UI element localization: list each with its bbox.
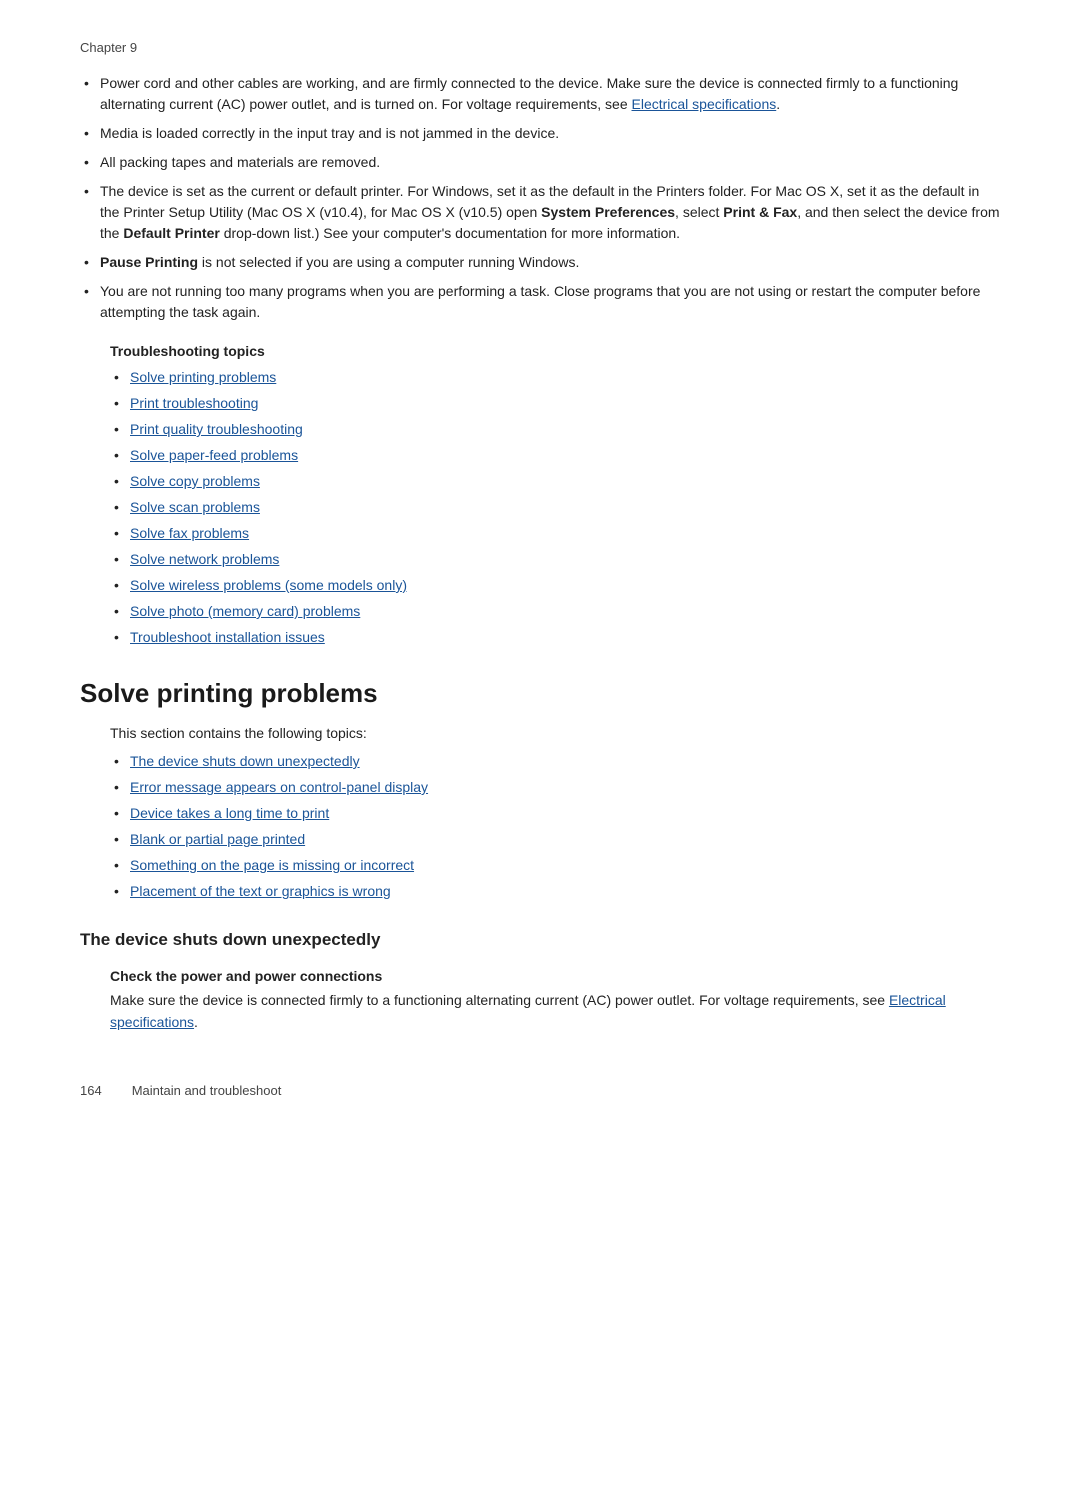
link-print-quality[interactable]: Print quality troubleshooting [110, 419, 1000, 440]
link-fax-problems[interactable]: Solve fax problems [110, 523, 1000, 544]
link-photo-problems-anchor[interactable]: Solve photo (memory card) problems [130, 603, 360, 619]
link-installation-issues-anchor[interactable]: Troubleshoot installation issues [130, 629, 325, 645]
chapter-label: Chapter 9 [80, 40, 1000, 55]
link-placement-wrong[interactable]: Placement of the text or graphics is wro… [110, 881, 1000, 902]
link-wireless-problems-anchor[interactable]: Solve wireless problems (some models onl… [130, 577, 407, 593]
troubleshooting-link-list: Solve printing problems Print troublesho… [110, 367, 1000, 648]
link-print-troubleshooting-anchor[interactable]: Print troubleshooting [130, 395, 258, 411]
link-photo-problems[interactable]: Solve photo (memory card) problems [110, 601, 1000, 622]
check-power-body: Make sure the device is connected firmly… [110, 990, 1000, 1033]
check-power-subheading: Check the power and power connections [110, 968, 1000, 984]
link-print-troubleshooting[interactable]: Print troubleshooting [110, 393, 1000, 414]
link-blank-page[interactable]: Blank or partial page printed [110, 829, 1000, 850]
solve-printing-title: Solve printing problems [80, 678, 1000, 709]
page-footer: 164 Maintain and troubleshoot [80, 1083, 1000, 1098]
link-shuts-down[interactable]: The device shuts down unexpectedly [110, 751, 1000, 772]
link-blank-page-anchor[interactable]: Blank or partial page printed [130, 831, 305, 847]
intro-bullet-list: Power cord and other cables are working,… [80, 73, 1000, 323]
footer-label: Maintain and troubleshoot [132, 1083, 282, 1098]
page-number: 164 [80, 1083, 102, 1098]
link-error-message-anchor[interactable]: Error message appears on control-panel d… [130, 779, 428, 795]
link-network-problems[interactable]: Solve network problems [110, 549, 1000, 570]
bullet-media-loaded: Media is loaded correctly in the input t… [80, 123, 1000, 144]
link-paper-feed-anchor[interactable]: Solve paper-feed problems [130, 447, 298, 463]
solve-printing-link-list: The device shuts down unexpectedly Error… [110, 751, 1000, 902]
bullet-packing-tapes: All packing tapes and materials are remo… [80, 152, 1000, 173]
link-copy-problems-anchor[interactable]: Solve copy problems [130, 473, 260, 489]
electrical-specs-link-1[interactable]: Electrical specifications [632, 96, 777, 112]
link-installation-issues[interactable]: Troubleshoot installation issues [110, 627, 1000, 648]
link-fax-problems-anchor[interactable]: Solve fax problems [130, 525, 249, 541]
link-scan-problems[interactable]: Solve scan problems [110, 497, 1000, 518]
link-scan-problems-anchor[interactable]: Solve scan problems [130, 499, 260, 515]
bullet-power-cord: Power cord and other cables are working,… [80, 73, 1000, 115]
bullet-too-many-programs: You are not running too many programs wh… [80, 281, 1000, 323]
link-long-time-print-anchor[interactable]: Device takes a long time to print [130, 805, 329, 821]
link-wireless-problems[interactable]: Solve wireless problems (some models onl… [110, 575, 1000, 596]
link-copy-problems[interactable]: Solve copy problems [110, 471, 1000, 492]
device-shuts-down-heading: The device shuts down unexpectedly [80, 930, 1000, 950]
link-paper-feed[interactable]: Solve paper-feed problems [110, 445, 1000, 466]
troubleshooting-topics-heading: Troubleshooting topics [110, 343, 1000, 359]
bullet-pause-printing: Pause Printing is not selected if you ar… [80, 252, 1000, 273]
link-print-quality-anchor[interactable]: Print quality troubleshooting [130, 421, 303, 437]
link-missing-incorrect[interactable]: Something on the page is missing or inco… [110, 855, 1000, 876]
link-shuts-down-anchor[interactable]: The device shuts down unexpectedly [130, 753, 360, 769]
link-missing-incorrect-anchor[interactable]: Something on the page is missing or inco… [130, 857, 414, 873]
electrical-specs-link-2[interactable]: Electrical specifications [110, 992, 946, 1030]
link-solve-printing-anchor[interactable]: Solve printing problems [130, 369, 276, 385]
link-network-problems-anchor[interactable]: Solve network problems [130, 551, 279, 567]
link-placement-wrong-anchor[interactable]: Placement of the text or graphics is wro… [130, 883, 391, 899]
solve-printing-intro: This section contains the following topi… [110, 725, 1000, 741]
link-error-message[interactable]: Error message appears on control-panel d… [110, 777, 1000, 798]
link-solve-printing[interactable]: Solve printing problems [110, 367, 1000, 388]
bullet-default-printer: The device is set as the current or defa… [80, 181, 1000, 244]
link-long-time-print[interactable]: Device takes a long time to print [110, 803, 1000, 824]
